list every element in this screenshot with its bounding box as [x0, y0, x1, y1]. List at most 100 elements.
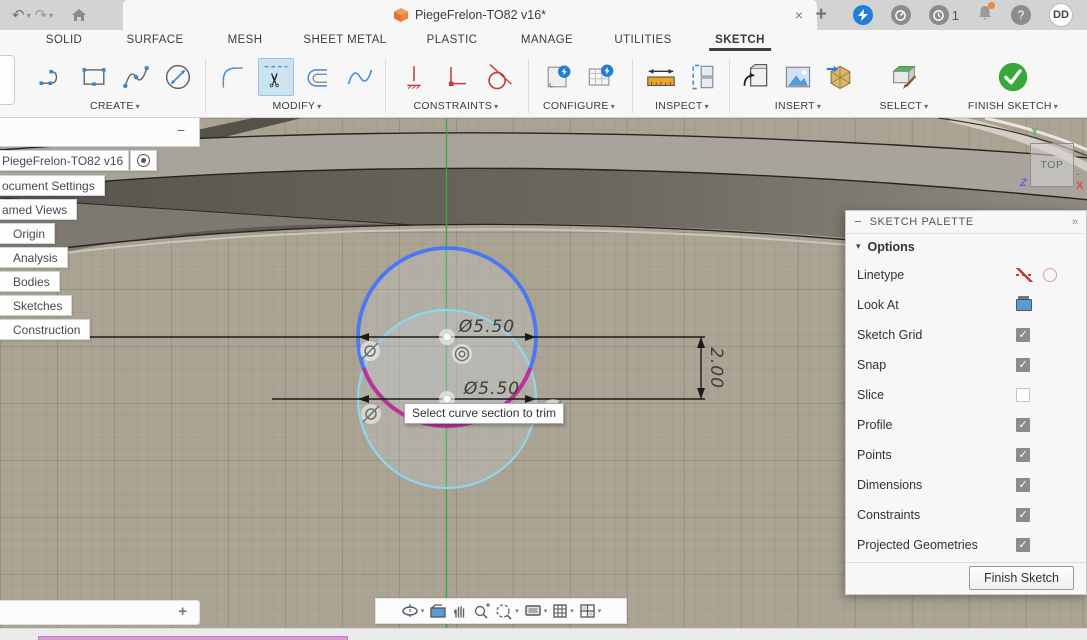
finish-sketch-menu[interactable]: FINISH SKETCH▾	[948, 100, 1078, 112]
avatar[interactable]: DD	[1049, 3, 1073, 27]
browser-item-origin[interactable]: Origin	[0, 223, 55, 244]
zoom-icon[interactable]	[473, 603, 490, 620]
create-spline-icon[interactable]	[118, 58, 154, 96]
modify-break-icon[interactable]	[342, 58, 378, 96]
tab-mesh[interactable]: MESH	[228, 34, 263, 46]
center-point-top[interactable]	[443, 333, 451, 341]
constraint-coincident-icon[interactable]	[438, 58, 474, 96]
viewports-icon[interactable]: ▾	[579, 603, 602, 619]
modify-trim-icon-active[interactable]: ✂	[258, 58, 294, 96]
active-jobs-indicator[interactable]: 1	[929, 5, 959, 25]
constraints-checkbox[interactable]	[1016, 508, 1030, 522]
grid-settings-icon[interactable]: ▾	[552, 603, 574, 619]
configure-table-icon[interactable]	[582, 58, 618, 96]
projected-geometries-checkbox[interactable]	[1016, 538, 1030, 552]
dimensions-checkbox[interactable]	[1016, 478, 1030, 492]
dimension-vertical-offset[interactable]: 2.00	[697, 337, 726, 399]
palette-collapse-icon[interactable]: −	[854, 214, 862, 229]
pan-icon[interactable]	[452, 603, 468, 619]
create-circle-icon[interactable]	[160, 58, 196, 96]
new-document-icon[interactable]: +	[816, 4, 827, 26]
undo-history-caret-icon[interactable]: ▾	[27, 11, 31, 20]
concentric-constraint-icon[interactable]	[452, 344, 472, 364]
browser-item-analysis[interactable]: Analysis	[0, 247, 68, 268]
modify-offset-icon[interactable]	[300, 58, 336, 96]
caret-down-icon[interactable]: ▾	[515, 607, 519, 615]
create-line-icon[interactable]	[34, 58, 70, 96]
active-component-radio-icon[interactable]	[130, 150, 157, 171]
points-checkbox[interactable]	[1016, 448, 1030, 462]
document-tab[interactable]: PiegeFrelon-TO82 v16* ×	[123, 0, 817, 30]
slice-checkbox[interactable]	[1016, 388, 1030, 402]
display-settings-icon[interactable]: ▾	[524, 603, 548, 619]
timeline-bar[interactable]: +	[0, 600, 200, 625]
job-status-icon[interactable]	[891, 5, 911, 25]
tab-sketch[interactable]: SKETCH	[715, 34, 765, 46]
browser-item-piegefrelon-to82-v16[interactable]: PiegeFrelon-TO82 v16	[0, 150, 129, 171]
tab-surface[interactable]: SURFACE	[126, 34, 183, 46]
tab-utilities[interactable]: UTILITIES	[614, 34, 671, 46]
insert-mesh-icon[interactable]	[822, 58, 858, 96]
insert-derive-icon[interactable]	[738, 58, 774, 96]
fit-icon[interactable]: ▾	[495, 603, 519, 620]
look-at-icon[interactable]	[429, 603, 447, 619]
inspect-measure-icon[interactable]	[643, 58, 679, 96]
inspect-section-analysis-icon[interactable]	[685, 58, 721, 96]
tangent-constraint-icon[interactable]	[360, 341, 380, 361]
browser-item-construction[interactable]: Construction	[0, 319, 90, 340]
browser-item-ocument-settings[interactable]: ocument Settings	[0, 175, 105, 196]
viewcube-face-label[interactable]: TOP	[1041, 159, 1064, 171]
configure-menu[interactable]: CONFIGURE▾	[534, 100, 624, 112]
close-document-icon[interactable]: ×	[795, 7, 803, 23]
redo-icon[interactable]: ↷	[35, 6, 48, 24]
constraint-tangent-icon[interactable]	[480, 58, 516, 96]
palette-expand-icon[interactable]: »	[1072, 216, 1078, 228]
timeline-add-icon[interactable]: +	[178, 603, 187, 620]
redo-history-caret-icon[interactable]: ▾	[49, 11, 53, 20]
notifications-bell-icon[interactable]	[977, 4, 993, 26]
insert-menu[interactable]: INSERT▾	[733, 100, 863, 112]
sketch-palette-header[interactable]: − SKETCH PALETTE »	[846, 211, 1086, 234]
browser-item-sketches[interactable]: Sketches	[0, 295, 72, 316]
caret-down-icon[interactable]: ▾	[544, 607, 548, 615]
create-menu[interactable]: CREATE▾	[25, 100, 205, 112]
palette-options-section[interactable]: ▾ Options	[846, 234, 1086, 260]
help-icon[interactable]: ?	[1011, 5, 1031, 25]
modify-menu[interactable]: MODIFY▾	[212, 100, 382, 112]
tangent-constraint-icon[interactable]	[361, 404, 381, 424]
look-at-view-icon[interactable]	[1016, 299, 1032, 311]
construction-linetype-icon[interactable]	[1016, 268, 1033, 282]
dimension-bottom-diameter[interactable]: Ø5.50	[272, 379, 705, 403]
configure-feature-icon[interactable]	[540, 58, 576, 96]
constraints-menu[interactable]: CONSTRAINTS▾	[390, 100, 522, 112]
tab-manage[interactable]: MANAGE	[521, 34, 573, 46]
orbit-icon[interactable]: ▾	[401, 603, 425, 619]
caret-down-icon[interactable]: ▾	[421, 607, 425, 615]
profile-checkbox[interactable]	[1016, 418, 1030, 432]
home-view-icon[interactable]	[71, 8, 87, 22]
create-rectangle-icon[interactable]	[76, 58, 112, 96]
select-menu[interactable]: SELECT▾	[868, 100, 940, 112]
caret-down-icon[interactable]: ▾	[598, 607, 602, 615]
browser-header-bar[interactable]: −	[0, 118, 200, 147]
finish-sketch-check-icon[interactable]	[995, 58, 1031, 96]
projected-linetype-icon[interactable]	[1043, 268, 1057, 282]
viewcube[interactable]: TOP	[1030, 143, 1074, 187]
tab-plastic[interactable]: PLASTIC	[427, 34, 478, 46]
browser-minimize-icon[interactable]: −	[177, 122, 185, 138]
insert-image-icon[interactable]	[780, 58, 816, 96]
finish-sketch-button[interactable]: Finish Sketch	[969, 566, 1074, 590]
inspect-menu[interactable]: INSPECT▾	[637, 100, 727, 112]
center-point-bottom[interactable]	[443, 395, 451, 403]
modify-fillet-icon[interactable]	[216, 58, 252, 96]
caret-down-icon[interactable]: ▾	[570, 607, 574, 615]
tab-sheet-metal[interactable]: SHEET METAL	[303, 34, 386, 46]
select-tool-icon[interactable]	[886, 58, 922, 96]
browser-item-amed-views[interactable]: amed Views	[0, 199, 77, 220]
undo-icon[interactable]: ↶	[12, 6, 25, 24]
tab-solid[interactable]: SOLID	[46, 34, 83, 46]
constraint-vertical-icon[interactable]	[396, 58, 432, 96]
snap-checkbox[interactable]	[1016, 358, 1030, 372]
browser-item-bodies[interactable]: Bodies	[0, 271, 60, 292]
sketch-grid-checkbox[interactable]	[1016, 328, 1030, 342]
